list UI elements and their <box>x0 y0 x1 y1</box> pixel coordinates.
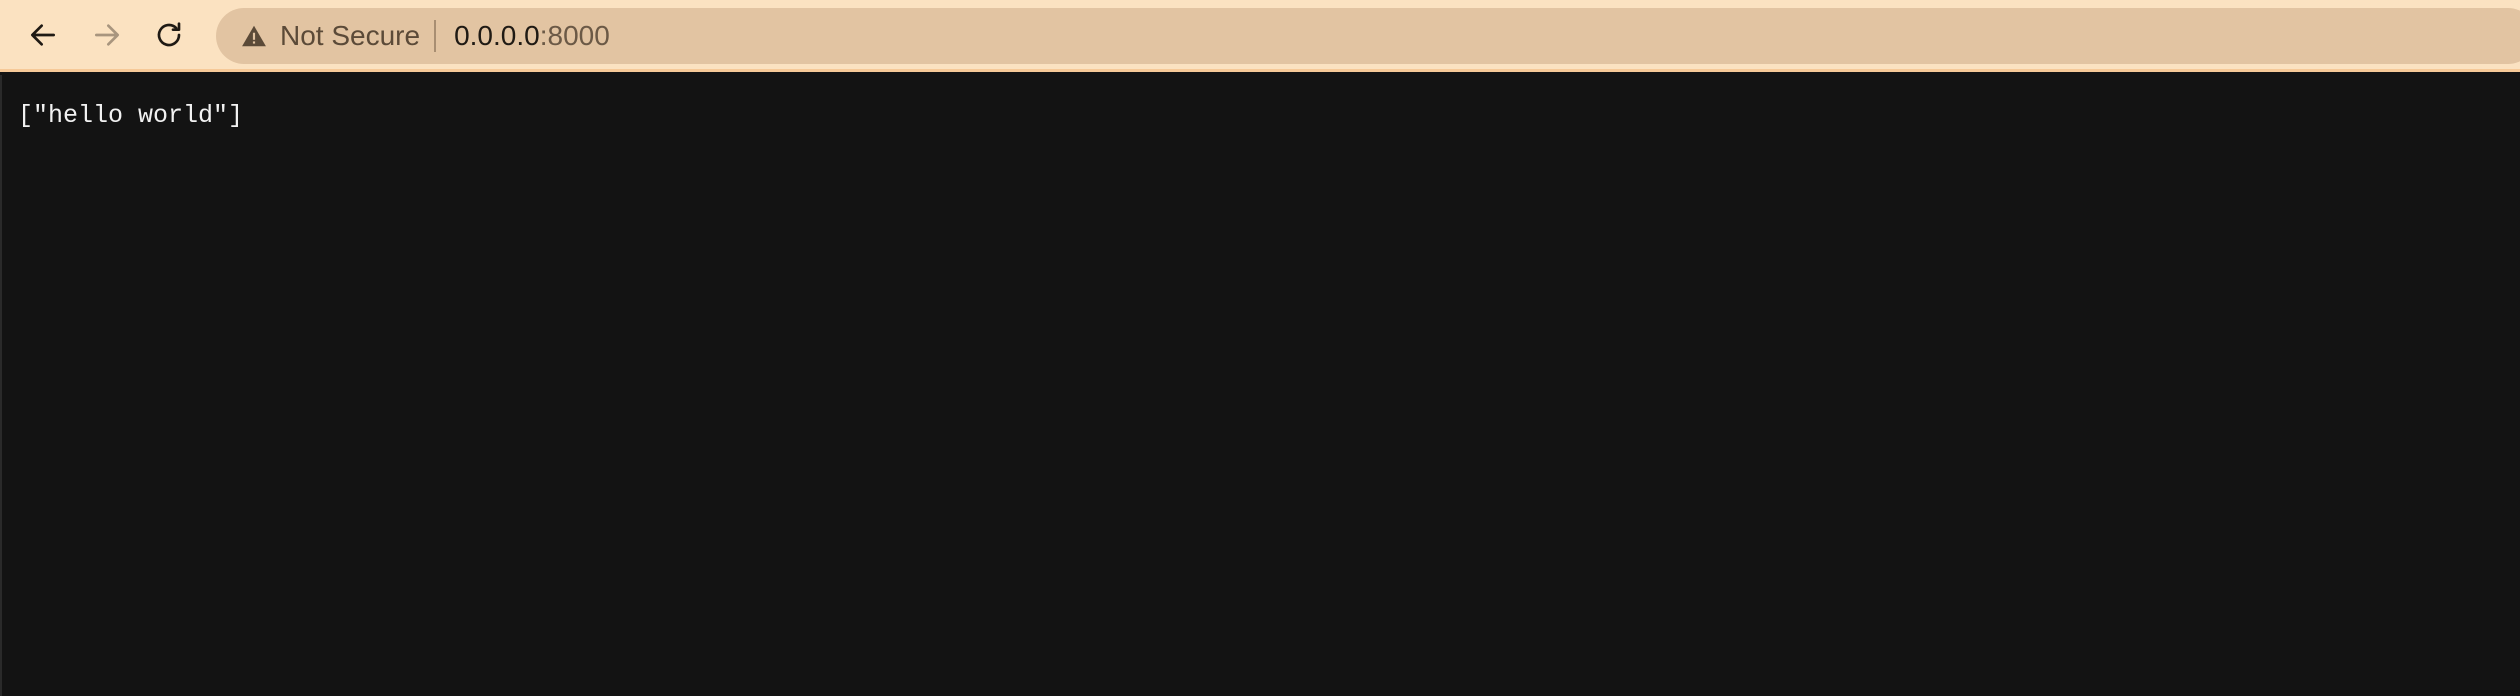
back-button[interactable] <box>13 5 73 65</box>
url-port: :8000 <box>539 20 610 51</box>
arrow-left-icon <box>31 23 55 46</box>
address-bar[interactable]: Not Secure 0.0.0.0 :8000 <box>216 8 2520 64</box>
browser-toolbar: Not Secure 0.0.0.0 :8000 <box>0 0 2520 72</box>
page-content: ["hello world"] <box>0 75 2520 696</box>
url-host: 0.0.0.0 <box>454 20 540 51</box>
reload-icon <box>157 21 181 46</box>
omnibox-divider <box>434 20 437 52</box>
forward-button[interactable] <box>77 5 137 65</box>
url-text[interactable]: 0.0.0.0 :8000 <box>454 20 610 52</box>
json-response-text: ["hello world"] <box>18 101 244 130</box>
warning-triangle-icon[interactable] <box>240 22 268 50</box>
reload-button[interactable] <box>139 5 199 65</box>
arrow-right-icon <box>95 23 119 46</box>
security-label[interactable]: Not Secure <box>280 20 420 52</box>
